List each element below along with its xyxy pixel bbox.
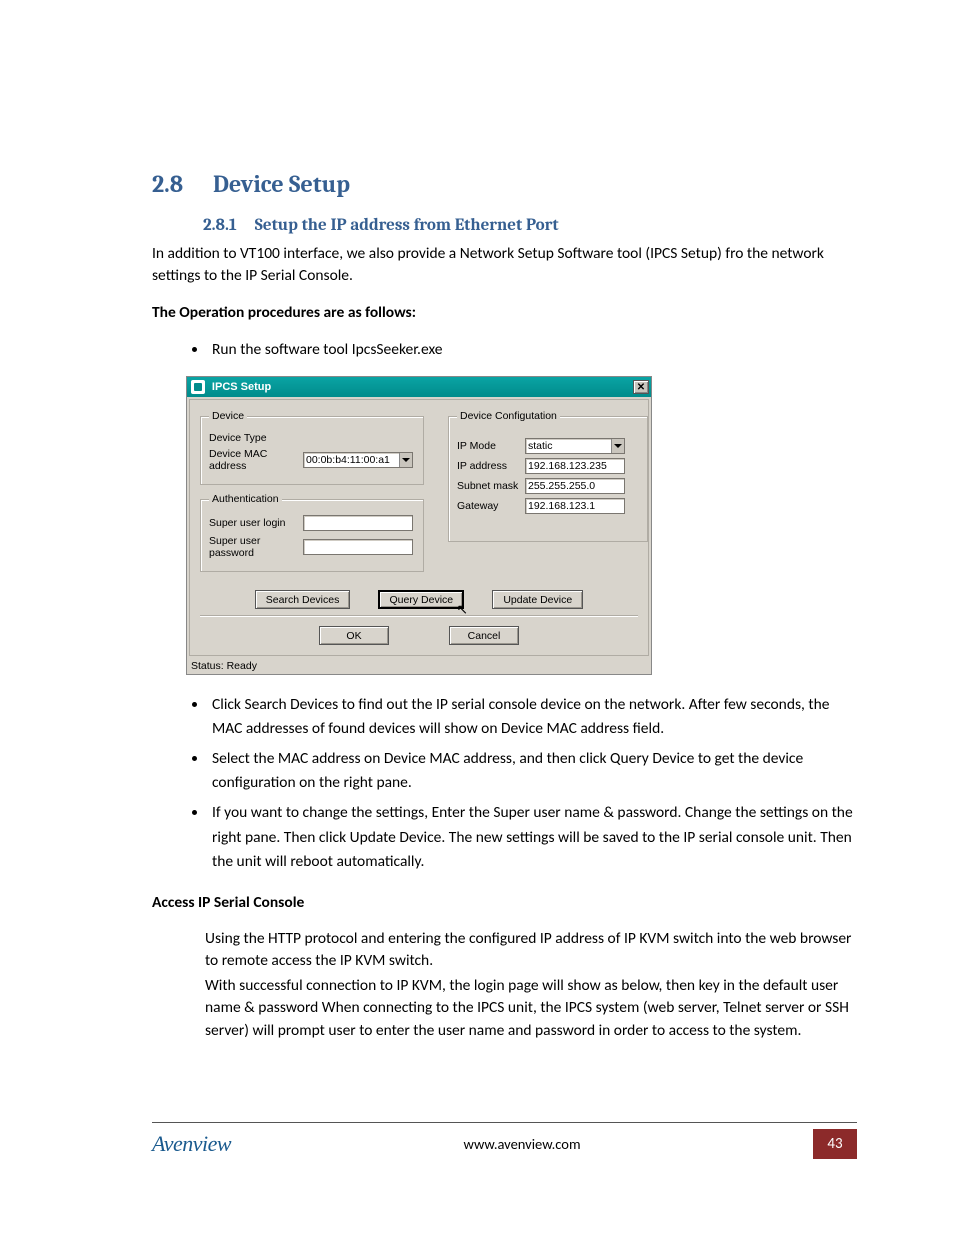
close-icon[interactable]: ✕ — [633, 380, 649, 394]
window-title: IPCS Setup — [212, 381, 271, 393]
bullet-change-settings: If you want to change the settings, Ente… — [208, 801, 857, 873]
chevron-down-icon[interactable] — [611, 439, 624, 453]
ok-button[interactable]: OK — [319, 626, 389, 645]
device-legend: Device — [209, 410, 247, 422]
procedures-label: The Operation procedures are as follows: — [152, 302, 857, 324]
window-titlebar: IPCS Setup ✕ — [187, 377, 651, 397]
ip-mode-select[interactable] — [525, 438, 625, 454]
heading-h1: 2.8 Device Setup — [152, 170, 857, 198]
access-paragraph-1: Using the HTTP protocol and entering the… — [205, 928, 857, 973]
ip-address-label: IP address — [457, 460, 525, 472]
access-heading: Access IP Serial Console — [152, 892, 857, 914]
bullet-run-software: Run the software tool IpcsSeeker.exe — [208, 338, 857, 362]
heading-h1-text: Device Setup — [213, 170, 350, 198]
super-user-password-input[interactable] — [303, 539, 413, 555]
bullet-select-mac: Select the MAC address on Device MAC add… — [208, 747, 857, 795]
ipcs-setup-screenshot: IPCS Setup ✕ Device Device Type Device M… — [186, 376, 652, 675]
status-bar: Status: Ready — [187, 658, 651, 674]
auth-group: Authentication Super user login Super us… — [200, 493, 424, 572]
super-user-login-label: Super user login — [209, 517, 303, 529]
app-icon — [191, 380, 205, 394]
chevron-down-icon[interactable] — [399, 453, 412, 467]
device-mac-select[interactable] — [303, 452, 413, 468]
access-paragraph-2: With successful connection to IP KVM, th… — [205, 975, 857, 1042]
page-number: 43 — [813, 1129, 857, 1159]
subnet-mask-input[interactable] — [525, 478, 625, 494]
super-user-login-input[interactable] — [303, 515, 413, 531]
auth-legend: Authentication — [209, 493, 282, 505]
heading-h2-number: 2.8.1 — [203, 216, 237, 235]
device-type-label: Device Type — [209, 432, 303, 444]
search-devices-button[interactable]: Search Devices — [255, 590, 351, 609]
heading-h2-text: Setup the IP address from Ethernet Port — [255, 216, 559, 235]
super-user-password-label: Super user password — [209, 535, 303, 559]
config-legend: Device Configutation — [457, 410, 560, 422]
bullet-search-devices: Click Search Devices to find out the IP … — [208, 693, 857, 741]
subnet-mask-label: Subnet mask — [457, 480, 525, 492]
ip-mode-label: IP Mode — [457, 440, 525, 452]
device-mac-label: Device MAC address — [209, 448, 303, 472]
device-group: Device Device Type Device MAC address — [200, 410, 424, 485]
page-footer: Avenview www.avenview.com 43 — [152, 1122, 857, 1159]
footer-logo: Avenview — [152, 1131, 231, 1157]
cancel-button[interactable]: Cancel — [449, 626, 519, 645]
query-device-button[interactable]: Query Device — [378, 590, 464, 609]
heading-h1-number: 2.8 — [152, 170, 183, 198]
update-device-button[interactable]: Update Device — [492, 590, 583, 609]
ip-address-input[interactable] — [525, 458, 625, 474]
footer-url: www.avenview.com — [231, 1135, 813, 1153]
gateway-input[interactable] — [525, 498, 625, 514]
gateway-label: Gateway — [457, 500, 525, 512]
config-group: Device Configutation IP Mode IP address — [448, 410, 648, 542]
heading-h2: 2.8.1 Setup the IP address from Ethernet … — [203, 216, 857, 235]
intro-paragraph: In addition to VT100 interface, we also … — [152, 243, 857, 288]
